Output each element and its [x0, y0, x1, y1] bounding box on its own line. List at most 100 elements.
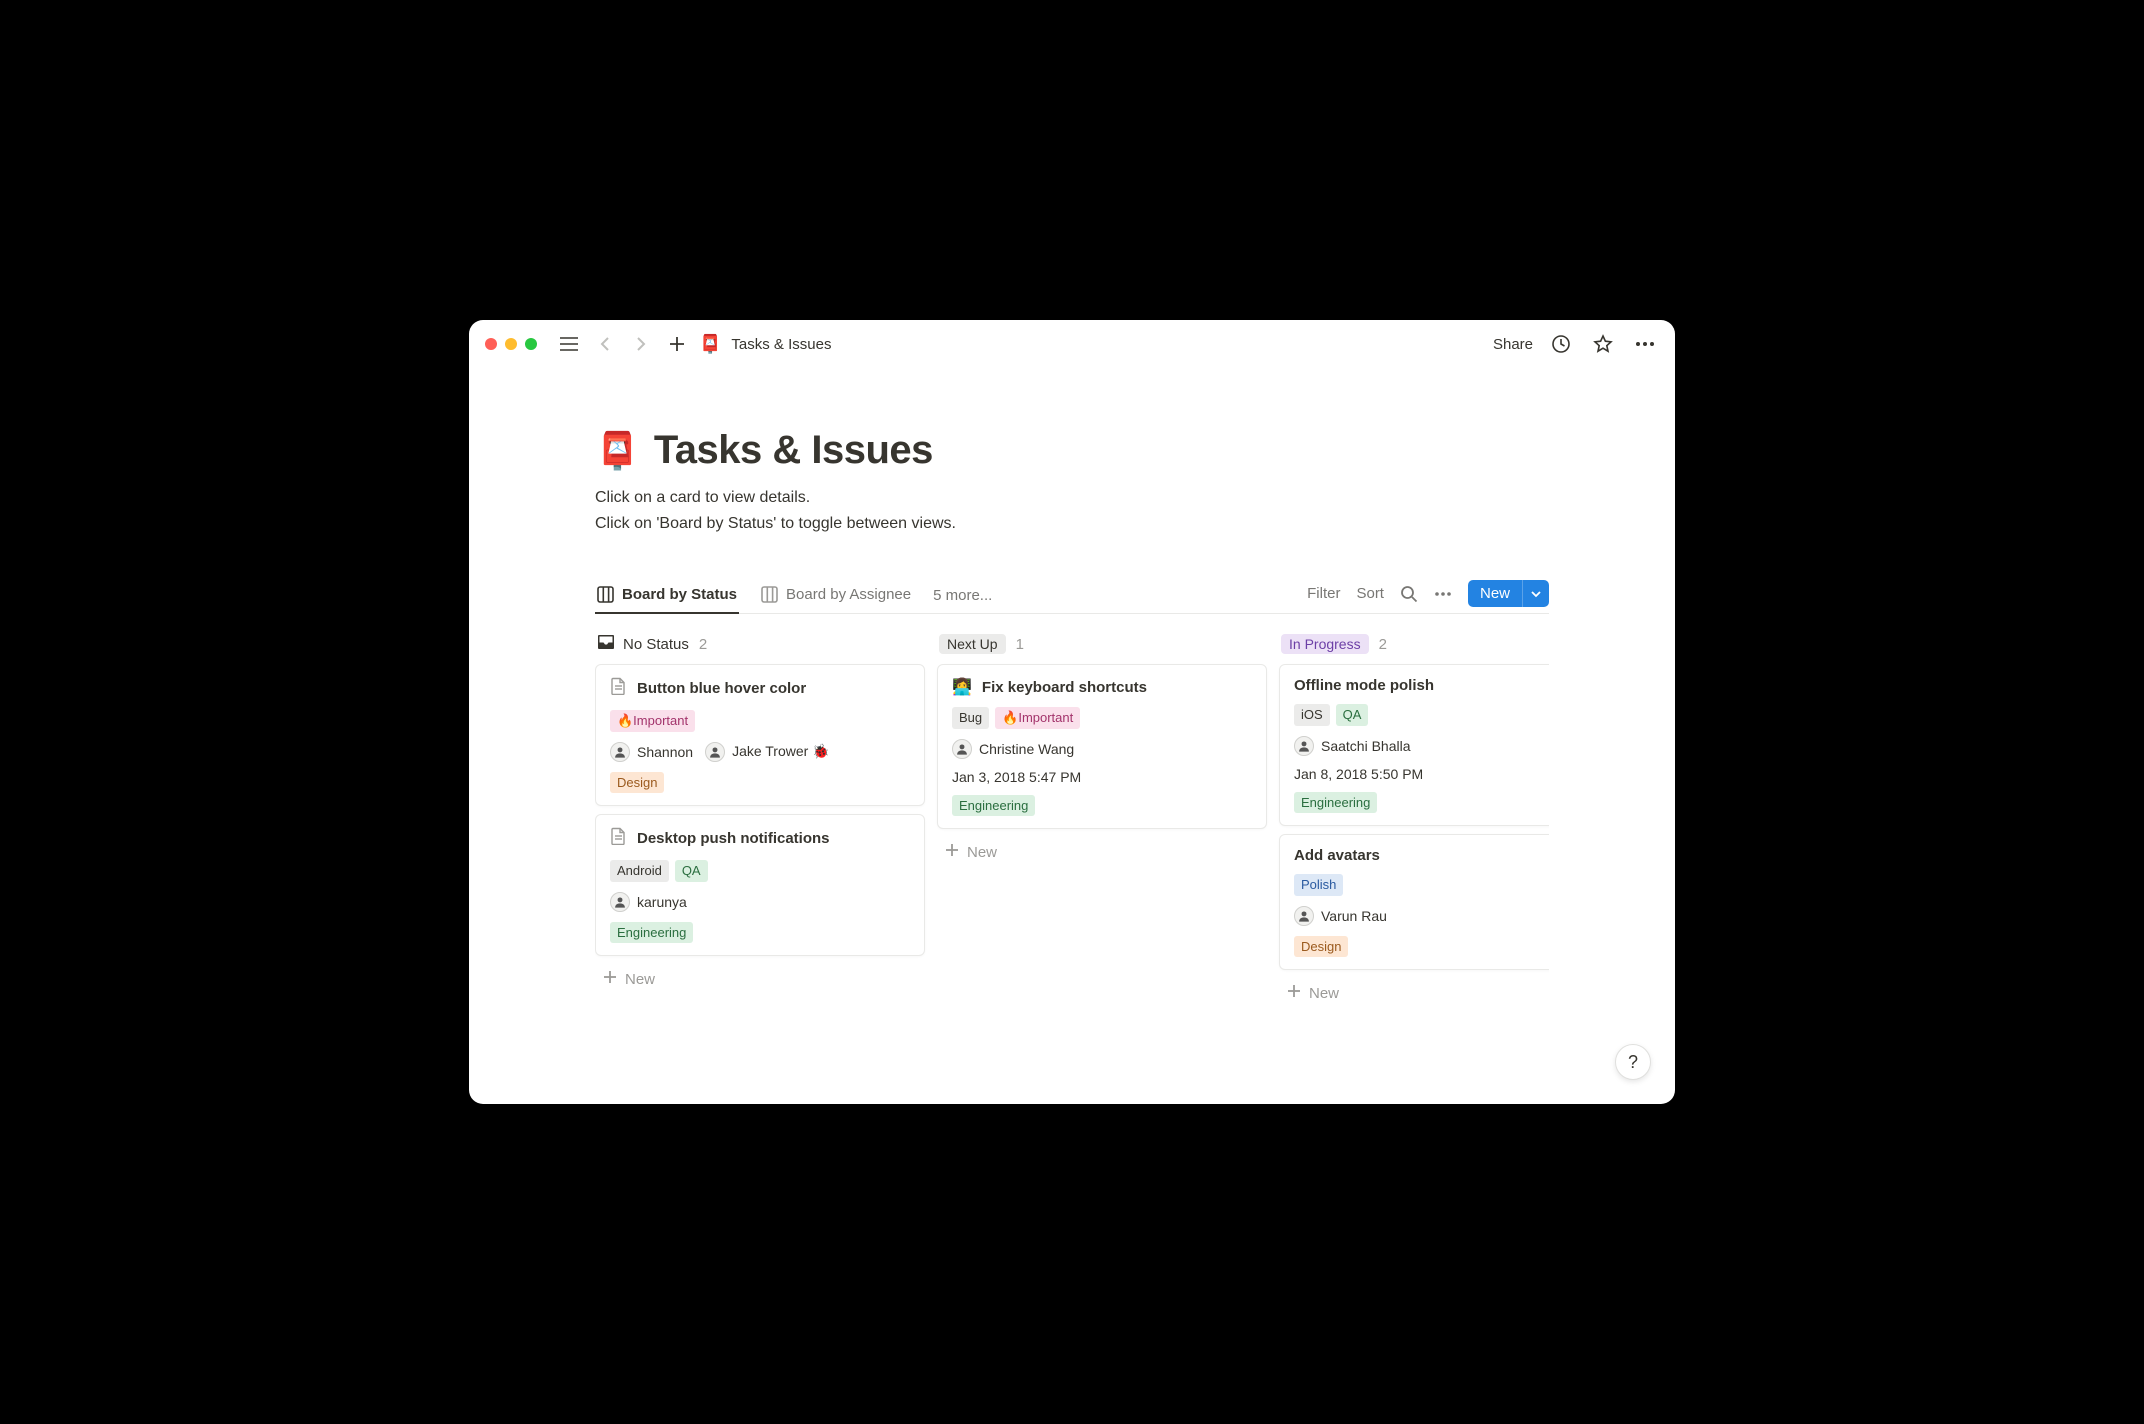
person: Jake Trower 🐞: [705, 742, 830, 762]
card-people: Varun Rau: [1294, 906, 1549, 926]
card-title: Fix keyboard shortcuts: [982, 679, 1147, 696]
person: Varun Rau: [1294, 906, 1387, 926]
view-controls: Filter Sort New: [1307, 580, 1549, 607]
avatar: [952, 739, 972, 759]
column-title: Next Up: [939, 634, 1006, 654]
window-controls: [485, 338, 537, 350]
card-tags: Polish: [1294, 874, 1549, 896]
plus-icon: [945, 843, 959, 861]
new-button-dropdown[interactable]: [1522, 580, 1549, 607]
view-tab-board-status[interactable]: Board by Status: [595, 578, 739, 613]
card-bottom-tags: Engineering: [1294, 792, 1549, 814]
nav-back-button[interactable]: [591, 330, 619, 358]
new-button[interactable]: New: [1468, 580, 1522, 607]
titlebar: 📮 Tasks & Issues Share: [469, 320, 1675, 368]
card-bottom-tags: Design: [1294, 936, 1549, 958]
favorite-icon[interactable]: [1589, 330, 1617, 358]
board-card[interactable]: Offline mode polish iOS QA Saatchi Bhalla Ja…: [1279, 664, 1549, 826]
board-column: Next Up1👩‍💻Fix keyboard shortcutsBug🔥Imp…: [937, 634, 1267, 1008]
column-header[interactable]: In Progress 2: [1279, 634, 1549, 654]
new-card-label: New: [967, 844, 997, 861]
column-title: In Progress: [1281, 634, 1369, 654]
board-card[interactable]: 👩‍💻Fix keyboard shortcutsBug🔥ImportantCh…: [937, 664, 1267, 829]
card-bottom-tags: Engineering: [610, 922, 910, 944]
new-card-button[interactable]: New: [1279, 978, 1549, 1008]
new-page-button[interactable]: [663, 330, 691, 358]
board-column: In Progress 2 Offline mode polish iOS QA Saat…: [1279, 634, 1549, 1008]
card-tags: 🔥Important: [610, 710, 910, 732]
card-bottom-tags: Design: [610, 772, 910, 794]
card-title: Button blue hover color: [637, 680, 806, 697]
search-icon[interactable]: [1400, 585, 1418, 603]
tag: QA: [1336, 704, 1369, 726]
card-title: Desktop push notifications: [637, 830, 830, 847]
breadcrumb-title[interactable]: Tasks & Issues: [731, 336, 831, 353]
column-count: 2: [1379, 636, 1387, 653]
board-icon: [761, 586, 778, 603]
nav-forward-button[interactable]: [627, 330, 655, 358]
person: Shannon: [610, 742, 693, 762]
tag: Engineering: [610, 922, 693, 944]
more-icon[interactable]: [1631, 330, 1659, 358]
inbox-icon: [597, 634, 615, 654]
board-card[interactable]: Desktop push notificationsAndroidQAkarun…: [595, 814, 925, 956]
person: Saatchi Bhalla: [1294, 736, 1411, 756]
page-header: 📮 Tasks & Issues Click on a card to view…: [595, 368, 1549, 554]
updates-icon[interactable]: [1547, 330, 1575, 358]
new-button-group: New: [1468, 580, 1549, 607]
card-people: Shannon Jake Trower 🐞: [610, 742, 910, 762]
card-tags: Bug🔥Important: [952, 707, 1252, 729]
board-icon: [597, 586, 614, 603]
view-tab-board-assignee[interactable]: Board by Assignee: [759, 578, 913, 613]
minimize-window-button[interactable]: [505, 338, 517, 350]
page-doc-icon: [610, 677, 627, 700]
sort-button[interactable]: Sort: [1356, 585, 1384, 602]
close-window-button[interactable]: [485, 338, 497, 350]
column-count: 1: [1016, 636, 1024, 653]
column-header[interactable]: No Status2: [595, 634, 925, 654]
person: karunya: [610, 892, 687, 912]
share-button[interactable]: Share: [1493, 336, 1533, 353]
card-people: Saatchi Bhalla: [1294, 736, 1549, 756]
sidebar-toggle-button[interactable]: [555, 330, 583, 358]
maximize-window-button[interactable]: [525, 338, 537, 350]
chevron-down-icon: [1531, 590, 1541, 598]
view-more-button[interactable]: 5 more...: [933, 587, 992, 604]
avatar: [705, 742, 725, 762]
avatar: [610, 742, 630, 762]
person-name: Varun Rau: [1321, 908, 1387, 924]
tag: Engineering: [952, 795, 1035, 817]
breadcrumb-icon: 📮: [699, 334, 721, 355]
tag: Bug: [952, 707, 989, 729]
board-card[interactable]: Add avatars Polish Varun Rau Design: [1279, 834, 1549, 970]
tag: Design: [1294, 936, 1348, 958]
card-people: Christine Wang: [952, 739, 1252, 759]
page-icon[interactable]: 📮: [595, 430, 640, 472]
card-title: Offline mode polish: [1294, 677, 1434, 694]
view-options-icon[interactable]: [1434, 591, 1452, 597]
board: No Status2Button blue hover color🔥Import…: [595, 634, 1549, 1008]
page-title[interactable]: Tasks & Issues: [654, 428, 933, 473]
card-date: Jan 8, 2018 5:50 PM: [1294, 766, 1549, 782]
page-description-line[interactable]: Click on 'Board by Status' to toggle bet…: [595, 511, 1549, 537]
avatar: [1294, 736, 1314, 756]
new-card-button[interactable]: New: [937, 837, 1267, 867]
view-tab-label: Board by Status: [622, 586, 737, 603]
filter-button[interactable]: Filter: [1307, 585, 1340, 602]
card-title: Add avatars: [1294, 847, 1380, 864]
tag: iOS: [1294, 704, 1330, 726]
board-card[interactable]: Button blue hover color 🔥Important Shannon…: [595, 664, 925, 806]
new-card-button[interactable]: New: [595, 964, 925, 994]
person-name: Christine Wang: [979, 741, 1074, 757]
column-title: No Status: [597, 634, 689, 654]
view-bar: Board by Status Board by Assignee 5 more…: [595, 578, 1549, 614]
page-description-line[interactable]: Click on a card to view details.: [595, 485, 1549, 511]
help-button[interactable]: ?: [1615, 1044, 1651, 1080]
person-name: Saatchi Bhalla: [1321, 738, 1411, 754]
column-header[interactable]: Next Up 1: [937, 634, 1267, 654]
tag: Engineering: [1294, 792, 1377, 814]
tag: Android: [610, 860, 669, 882]
new-card-label: New: [1309, 985, 1339, 1002]
card-people: karunya: [610, 892, 910, 912]
avatar: [1294, 906, 1314, 926]
